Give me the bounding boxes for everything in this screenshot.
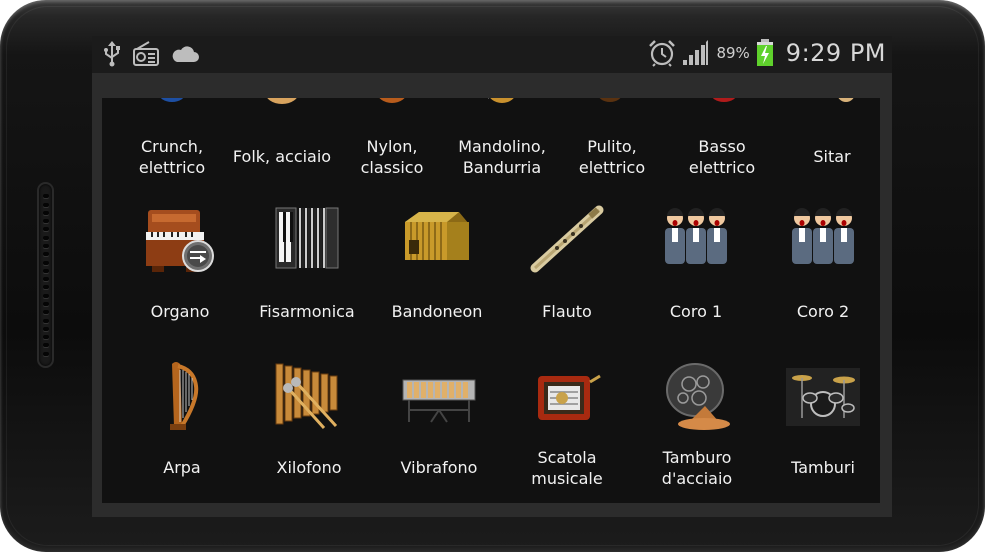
instrument-tile[interactable]: Coro 1 bbox=[636, 204, 756, 322]
instrument-label: Xilofono bbox=[276, 458, 342, 477]
instrument-label: Tamburo bbox=[662, 448, 732, 467]
instrument-tile[interactable]: Coro 2 bbox=[763, 204, 880, 322]
clock: 9:29 PM bbox=[785, 39, 886, 67]
instrument-label: Vibrafono bbox=[400, 458, 478, 477]
instrument-label: Coro 1 bbox=[669, 302, 723, 321]
instrument-label: Crunch, bbox=[140, 137, 204, 156]
instrument-label: Coro 2 bbox=[796, 302, 850, 321]
organ-icon bbox=[142, 204, 218, 276]
instrument-label: Sitar bbox=[813, 147, 851, 166]
usb-icon bbox=[102, 41, 122, 67]
instrument-label: Fisarmonica bbox=[259, 302, 355, 321]
instrument-label-line2: classico bbox=[360, 158, 424, 177]
drum-kit-icon bbox=[786, 368, 860, 426]
instrument-tile[interactable]: Folk, acciaio bbox=[222, 98, 342, 167]
instrument-tile[interactable]: Flauto bbox=[507, 204, 627, 322]
choir-icon bbox=[790, 204, 856, 266]
radio-icon bbox=[132, 41, 160, 67]
instrument-tile[interactable]: Crunch, elettrico bbox=[112, 98, 232, 178]
screen: 89% 9:29 PM Crunch, elettrico Folk, acci… bbox=[92, 36, 892, 517]
instrument-tile[interactable]: Scatola musicale bbox=[507, 360, 627, 489]
instrument-tile[interactable]: Fisarmonica bbox=[247, 204, 367, 322]
status-bar: 89% 9:29 PM bbox=[92, 36, 892, 73]
instrument-label: Nylon, bbox=[366, 137, 418, 156]
folk-guitar-icon bbox=[260, 98, 304, 106]
instrument-label: Scatola bbox=[537, 448, 597, 467]
battery-percent: 89% bbox=[716, 44, 750, 62]
choir-icon bbox=[663, 204, 729, 266]
clean-electric-guitar-icon bbox=[592, 98, 632, 106]
harp-icon bbox=[162, 360, 202, 432]
instrument-tile[interactable]: Organo bbox=[120, 204, 240, 322]
instrument-label-line2: Bandurria bbox=[462, 158, 542, 177]
battery-charging-icon bbox=[756, 39, 774, 67]
instrument-tile[interactable]: Basso elettrico bbox=[662, 98, 782, 178]
instrument-tile[interactable]: Nylon, classico bbox=[332, 98, 452, 178]
instrument-grid: Crunch, elettrico Folk, acciaio Nylon, c… bbox=[102, 98, 880, 503]
music-box-icon bbox=[532, 368, 602, 426]
instrument-label-line2: elettrico bbox=[578, 158, 646, 177]
instrument-tile[interactable]: Arpa bbox=[122, 360, 242, 478]
bandoneon-icon bbox=[399, 210, 475, 266]
mandolin-icon bbox=[482, 98, 522, 106]
xylophone-icon bbox=[274, 360, 344, 430]
flute-icon bbox=[529, 204, 605, 274]
instrument-label: Basso bbox=[698, 137, 746, 156]
alarm-clock-icon bbox=[648, 39, 676, 67]
instrument-label: Tamburi bbox=[791, 458, 855, 477]
steel-drum-icon bbox=[659, 360, 735, 432]
instrument-tile[interactable]: Bandoneon bbox=[377, 204, 497, 322]
instrument-tile[interactable]: Pulito, elettrico bbox=[552, 98, 672, 178]
instrument-label-line2: musicale bbox=[531, 469, 603, 488]
instrument-label: Organo bbox=[150, 302, 210, 321]
instrument-tile[interactable]: Mandolino, Bandurria bbox=[442, 98, 562, 178]
instrument-tile[interactable]: Xilofono bbox=[249, 360, 369, 478]
signal-strength-icon bbox=[682, 40, 710, 66]
sitar-icon bbox=[829, 98, 859, 106]
instrument-tile[interactable]: Vibrafono bbox=[379, 360, 499, 478]
instrument-label: Flauto bbox=[542, 302, 592, 321]
instrument-label: Bandoneon bbox=[391, 302, 483, 321]
instrument-tile[interactable]: Tamburo d'acciaio bbox=[637, 360, 757, 489]
instrument-tile[interactable]: Tamburi bbox=[763, 360, 880, 478]
instrument-label: Pulito, bbox=[587, 137, 637, 156]
instrument-label: Folk, acciaio bbox=[232, 147, 332, 166]
electric-guitar-crunch-icon bbox=[152, 98, 192, 106]
instrument-tile[interactable]: Sitar bbox=[772, 98, 880, 167]
instrument-label: Mandolino, bbox=[458, 137, 546, 156]
phone-frame: 89% 9:29 PM Crunch, elettrico Folk, acci… bbox=[0, 0, 985, 552]
instrument-label: Arpa bbox=[163, 458, 201, 477]
accordion-icon bbox=[272, 204, 342, 272]
instrument-label-line2: d'acciaio bbox=[661, 469, 733, 488]
instrument-label-line2: elettrico bbox=[688, 158, 756, 177]
speaker-grille bbox=[37, 182, 54, 368]
nylon-guitar-icon bbox=[372, 98, 412, 106]
electric-bass-icon bbox=[700, 98, 744, 106]
instrument-label-line2: elettrico bbox=[138, 158, 206, 177]
vibraphone-icon bbox=[401, 370, 477, 426]
cloud-icon bbox=[170, 44, 200, 64]
